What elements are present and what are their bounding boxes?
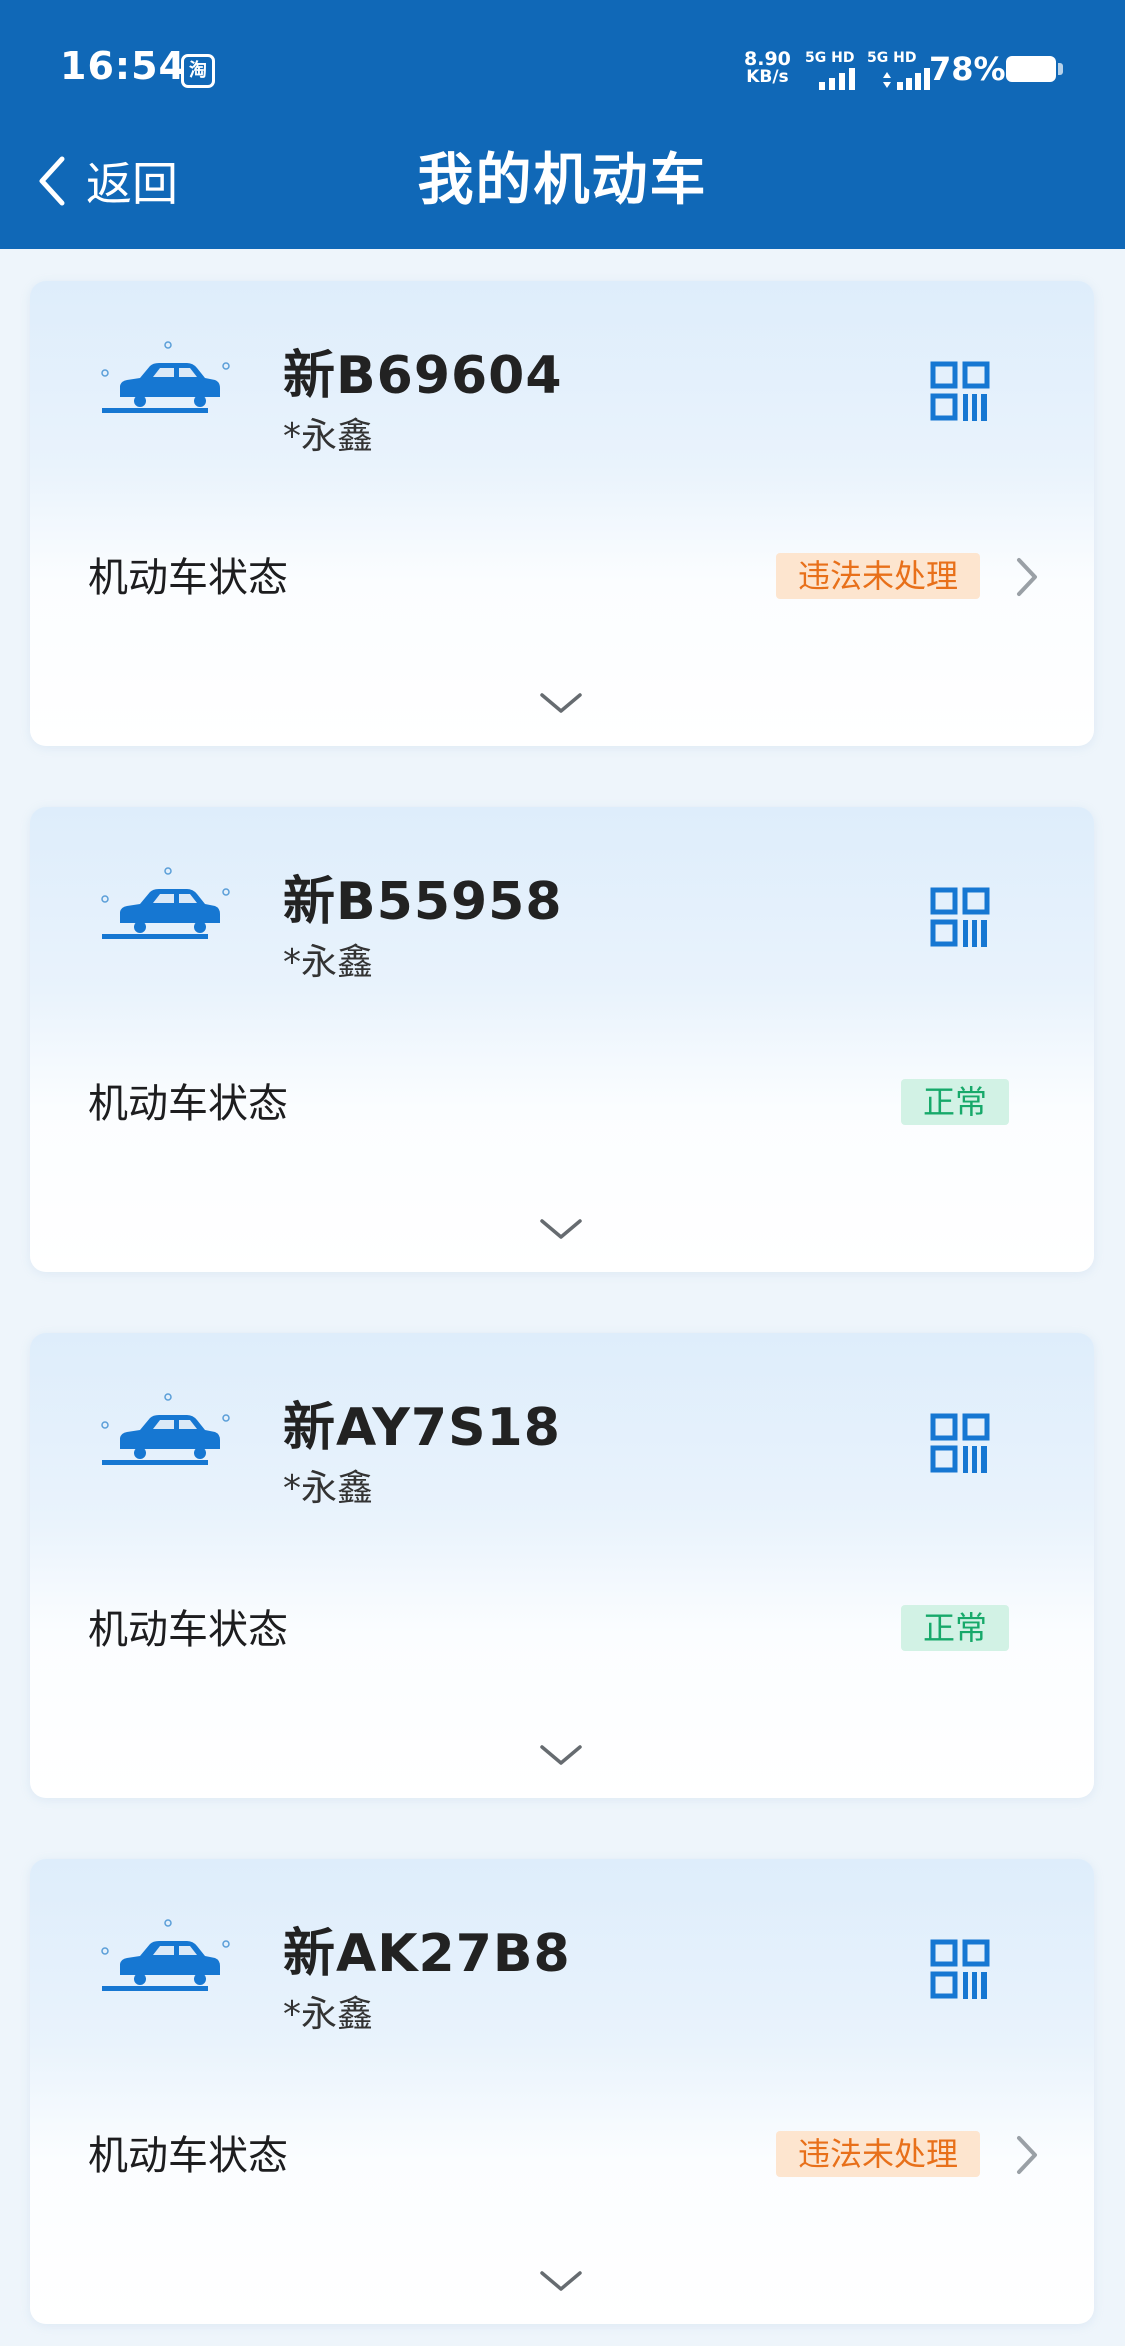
taobao-notification-icon: 淘 <box>181 54 215 88</box>
vehicle-card[interactable]: 新AK27B8 *永鑫 机动车状态 违法未处理 <box>30 1859 1094 2324</box>
car-icon <box>101 1919 230 1991</box>
owner-name: *永鑫 <box>283 1468 374 1509</box>
plate-number: 新AK27B8 <box>283 1924 571 1984</box>
vehicle-status-label: 机动车状态 <box>88 2133 288 2179</box>
status-badge: 违法未处理 <box>775 2131 980 2177</box>
qr-code-icon[interactable] <box>930 361 990 421</box>
chevron-left-icon <box>39 156 65 206</box>
plate-number: 新B69604 <box>283 346 563 406</box>
vehicle-card[interactable]: 新B55958 *永鑫 机动车状态 正常 <box>30 807 1094 1272</box>
chevron-down-icon[interactable] <box>526 681 596 725</box>
vehicle-status-label: 机动车状态 <box>88 555 288 601</box>
vehicle-status-label: 机动车状态 <box>88 1081 288 1127</box>
status-bar: 16:54 淘 8.90 KB/s 5G HD 5G HD 78% <box>0 0 1125 140</box>
vehicle-card[interactable]: 新B69604 *永鑫 机动车状态 违法未处理 <box>30 281 1094 746</box>
owner-name: *永鑫 <box>283 1994 374 2035</box>
status-time: 16:54 <box>60 44 186 88</box>
signal-bars-icon <box>819 68 855 90</box>
network-speed-unit: KB/s <box>746 67 789 87</box>
sim1-signal: 5G HD <box>805 50 865 90</box>
vehicle-card[interactable]: 新AY7S18 *永鑫 机动车状态 正常 <box>30 1333 1094 1798</box>
qr-code-icon[interactable] <box>930 887 990 947</box>
qr-code-icon[interactable] <box>930 1939 990 1999</box>
network-speed: 8.90 KB/s <box>744 48 791 87</box>
chevron-right-icon[interactable] <box>1012 2133 1040 2177</box>
signal-bars-icon <box>883 68 930 90</box>
chevron-down-icon[interactable] <box>526 1733 596 1777</box>
chevron-down-icon[interactable] <box>526 2259 596 2303</box>
car-icon <box>101 867 230 939</box>
owner-name: *永鑫 <box>283 416 374 457</box>
plate-number: 新AY7S18 <box>283 1398 561 1458</box>
status-badge: 违法未处理 <box>775 553 980 599</box>
chevron-right-icon[interactable] <box>1012 555 1040 599</box>
car-icon <box>101 1393 230 1465</box>
battery-icon <box>1006 56 1056 82</box>
sim1-label: 5G HD <box>805 50 855 66</box>
plate-number: 新B55958 <box>283 872 563 932</box>
car-icon <box>101 341 230 413</box>
owner-name: *永鑫 <box>283 942 374 983</box>
sim2-signal: 5G HD <box>867 50 930 90</box>
qr-code-icon[interactable] <box>930 1413 990 1473</box>
sim2-label: 5G HD <box>867 50 917 66</box>
back-label: 返回 <box>86 157 178 211</box>
status-badge: 正常 <box>900 1605 1009 1651</box>
battery-percent: 78% <box>929 50 1006 88</box>
app-header: 16:54 淘 8.90 KB/s 5G HD 5G HD 78% 返回 我的机… <box>0 0 1125 249</box>
battery-cap <box>1058 63 1063 75</box>
back-button[interactable]: 返回 <box>34 146 178 216</box>
chevron-down-icon[interactable] <box>526 1207 596 1251</box>
vehicle-status-label: 机动车状态 <box>88 1607 288 1653</box>
status-badge: 正常 <box>900 1079 1009 1125</box>
network-speed-value: 8.90 <box>744 48 791 70</box>
